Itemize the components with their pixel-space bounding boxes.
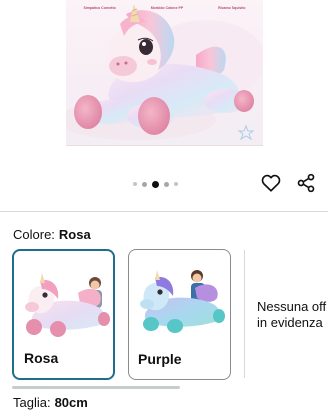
color-option-name: Rosa <box>24 350 59 366</box>
section-divider <box>0 211 328 212</box>
color-selection-label: Colore: Rosa <box>13 227 91 242</box>
share-button[interactable] <box>294 171 318 195</box>
color-label: Colore: <box>13 227 55 242</box>
options-separator <box>244 250 245 378</box>
color-selected-value: Rosa <box>58 227 91 242</box>
no-featured-offer-text: Nessuna off in evidenza <box>257 299 328 331</box>
no-offer-line-1: Nessuna off <box>257 299 327 314</box>
color-option-purple[interactable]: Purple <box>128 249 231 380</box>
carousel-dots <box>133 180 178 188</box>
product-page: Simpatico Cornetto Morbido Cotone PP Ric… <box>0 0 328 410</box>
color-option-name: Purple <box>138 351 182 367</box>
carousel-dot-1[interactable] <box>133 182 137 186</box>
purple-variant-thumbnail <box>140 270 225 333</box>
no-offer-line-2: in evidenza <box>257 315 323 330</box>
share-icon <box>297 173 315 193</box>
add-to-wishlist-button[interactable] <box>259 171 283 195</box>
carousel-dot-2[interactable] <box>142 181 147 187</box>
size-selection-label: Taglia: 80cm <box>13 395 88 410</box>
color-option-rosa[interactable]: Rosa <box>12 249 115 380</box>
horizontal-scrollbar[interactable] <box>12 386 180 389</box>
carousel-dot-5[interactable] <box>174 182 178 186</box>
heart-outline-icon <box>261 174 281 192</box>
product-image[interactable]: Simpatico Cornetto Morbido Cotone PP Ric… <box>66 0 263 146</box>
carousel-dot-3-active[interactable] <box>152 180 159 188</box>
size-label: Taglia: <box>13 395 51 410</box>
unicorn-plush-illustration <box>66 4 263 141</box>
rosa-variant-thumbnail <box>25 273 110 337</box>
size-selected-value: 80cm <box>54 395 88 410</box>
carousel-dot-4[interactable] <box>164 181 169 187</box>
